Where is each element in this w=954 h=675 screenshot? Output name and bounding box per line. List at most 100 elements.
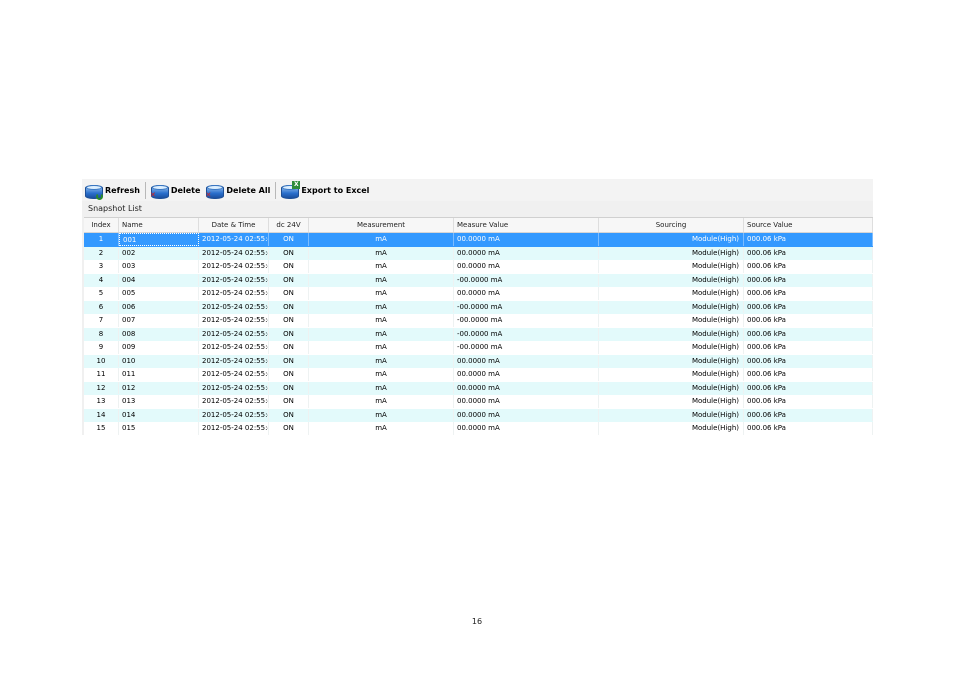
- cell-dc-24v: ON: [269, 354, 309, 367]
- toolbar-separator: [275, 181, 277, 199]
- table-row[interactable]: 2 002 2012-05-24 02:55:43 ON mA 00.0000 mA Mod…: [84, 246, 873, 260]
- cell-index: 14: [84, 408, 119, 421]
- cell-sourcing: Module(High): [599, 314, 744, 327]
- cell-name: 009: [119, 341, 199, 354]
- table-row[interactable]: 6 006 2012-05-24 02:55:44 ON mA -00.0000 mA Mo…: [84, 300, 873, 314]
- delete-button[interactable]: ✕ Delete: [148, 180, 203, 200]
- cell-index: 8: [84, 327, 119, 340]
- cell-dc-24v: ON: [269, 327, 309, 340]
- cell-dc-24v: ON: [269, 246, 309, 259]
- cell-source-value: 000.06 kPa: [744, 395, 873, 408]
- column-header-date-time[interactable]: Date & Time: [199, 218, 269, 232]
- cell-dc-24v: ON: [269, 300, 309, 313]
- cell-measure-value: 00.0000 mA: [454, 354, 599, 367]
- database-refresh-icon: [84, 182, 103, 200]
- cell-sourcing: Module(High): [599, 341, 744, 354]
- cell-dc-24v: ON: [269, 381, 309, 394]
- cell-index: 5: [84, 287, 119, 300]
- table-row[interactable]: 7 007 2012-05-24 02:55:44 ON mA -00.0000 mA Mo…: [84, 314, 873, 328]
- snapshot-list-title: Snapshot List: [88, 204, 142, 213]
- cell-source-value: 000.06 kPa: [744, 273, 873, 286]
- cell-name: 011: [119, 368, 199, 381]
- cell-measurement: mA: [309, 422, 454, 435]
- table-row[interactable]: 13 013 2012-05-24 02:55:45 ON mA 00.0000 mA Mo…: [84, 395, 873, 409]
- cell-source-value: 000.06 kPa: [744, 354, 873, 367]
- cell-source-value: 000.06 kPa: [744, 260, 873, 273]
- cell-index: 12: [84, 381, 119, 394]
- cell-date-time: 2012-05-24 02:55:45: [199, 327, 269, 340]
- cell-measure-value: -00.0000 mA: [454, 341, 599, 354]
- table-row[interactable]: 10 010 2012-05-24 02:55:45 ON mA 00.0000 mA Mo…: [84, 354, 873, 368]
- cell-date-time: 2012-05-24 02:55:45: [199, 354, 269, 367]
- cell-measurement: mA: [309, 273, 454, 286]
- page-number: 16: [471, 617, 483, 626]
- database-delete-icon: ✕: [150, 182, 169, 199]
- table-row[interactable]: 8 008 2012-05-24 02:55:45 ON mA -00.0000 mA Mo…: [84, 327, 873, 341]
- cell-sourcing: Module(High): [599, 327, 744, 340]
- cell-date-time: 2012-05-24 02:55:46: [199, 422, 269, 435]
- cell-dc-24v: ON: [269, 314, 309, 327]
- cell-measure-value: 00.0000 mA: [454, 408, 599, 421]
- table-row[interactable]: 1 001 2012-05-24 02:55:43 ON mA 00.0000 mA Mod…: [84, 233, 873, 247]
- column-header-source-value[interactable]: Source Value: [744, 218, 873, 232]
- cell-index: 1: [84, 233, 119, 246]
- cell-sourcing: Module(High): [599, 300, 744, 313]
- table-row[interactable]: 9 009 2012-05-24 02:55:45 ON mA -00.0000 mA Mo…: [84, 341, 873, 355]
- cell-source-value: 000.06 kPa: [744, 381, 873, 394]
- export-to-excel-button[interactable]: X Export to Excel: [278, 180, 372, 200]
- column-header-measure-value[interactable]: Measure Value: [454, 218, 599, 232]
- delete-button-label: Delete: [170, 185, 201, 195]
- cell-index: 2: [84, 246, 119, 259]
- cell-index: 9: [84, 341, 119, 354]
- cell-dc-24v: ON: [269, 408, 309, 421]
- cell-sourcing: Module(High): [599, 246, 744, 259]
- cell-source-value: 000.06 kPa: [744, 233, 873, 246]
- table-row[interactable]: 5 005 2012-05-24 02:55:44 ON mA 00.0000 mA Mod…: [84, 287, 873, 301]
- cell-measurement: mA: [309, 354, 454, 367]
- cell-source-value: 000.06 kPa: [744, 408, 873, 421]
- table-row[interactable]: 12 012 2012-05-24 02:55:45 ON mA 00.0000 mA Mo…: [84, 381, 873, 395]
- cell-measurement: mA: [309, 233, 454, 246]
- cell-name: 005: [119, 287, 199, 300]
- cell-measure-value: -00.0000 mA: [454, 273, 599, 286]
- cell-dc-24v: ON: [269, 260, 309, 273]
- toolbar-separator: [144, 181, 146, 199]
- cell-name: 006: [119, 300, 199, 313]
- cell-name: 008: [119, 327, 199, 340]
- cell-date-time: 2012-05-24 02:55:44: [199, 300, 269, 313]
- table-row[interactable]: 3 003 2012-05-24 02:55:43 ON mA 00.0000 mA Mod…: [84, 260, 873, 274]
- cell-date-time: 2012-05-24 02:55:43: [199, 233, 269, 246]
- cell-date-time: 2012-05-24 02:55:45: [199, 341, 269, 354]
- table-row[interactable]: 14 014 2012-05-24 02:55:45 ON mA 00.0000 mA Mo…: [84, 408, 873, 422]
- column-header-measurement[interactable]: Measurement: [309, 218, 454, 232]
- database-excel-icon: X: [280, 180, 301, 199]
- cell-source-value: 000.06 kPa: [744, 314, 873, 327]
- column-header-name[interactable]: Name: [119, 218, 199, 232]
- table-row[interactable]: 15 015 2012-05-24 02:55:46 ON mA 00.0000 mA Mo…: [84, 422, 873, 435]
- cell-name: 004: [119, 273, 199, 286]
- cell-sourcing: Module(High): [599, 408, 744, 421]
- cell-measure-value: 00.0000 mA: [454, 246, 599, 259]
- cell-sourcing: Module(High): [599, 381, 744, 394]
- delete-all-button[interactable]: ✕ Delete All: [203, 180, 273, 200]
- cell-measure-value: 00.0000 mA: [454, 395, 599, 408]
- column-header-sourcing[interactable]: Sourcing: [599, 218, 744, 232]
- cell-name: 014: [119, 408, 199, 421]
- cell-date-time: 2012-05-24 02:55:45: [199, 381, 269, 394]
- cell-dc-24v: ON: [269, 395, 309, 408]
- table-row[interactable]: 11 011 2012-05-24 02:55:45 ON mA 00.0000 mA Mo…: [84, 368, 873, 382]
- table-header: Index Name Date & Time dc 24V Measuremen…: [84, 218, 873, 233]
- cell-sourcing: Module(High): [599, 287, 744, 300]
- cell-dc-24v: ON: [269, 273, 309, 286]
- column-header-index[interactable]: Index: [84, 218, 119, 232]
- refresh-button[interactable]: Refresh: [82, 180, 143, 200]
- cell-index: 7: [84, 314, 119, 327]
- cell-measurement: mA: [309, 314, 454, 327]
- cell-measurement: mA: [309, 327, 454, 340]
- snapshot-table: Index Name Date & Time dc 24V Measuremen…: [84, 217, 873, 435]
- cell-measurement: mA: [309, 246, 454, 259]
- cell-index: 13: [84, 395, 119, 408]
- cell-date-time: 2012-05-24 02:55:45: [199, 395, 269, 408]
- column-header-dc-24v[interactable]: dc 24V: [269, 218, 309, 232]
- table-row[interactable]: 4 004 2012-05-24 02:55:44 ON mA -00.0000 mA Mo…: [84, 273, 873, 287]
